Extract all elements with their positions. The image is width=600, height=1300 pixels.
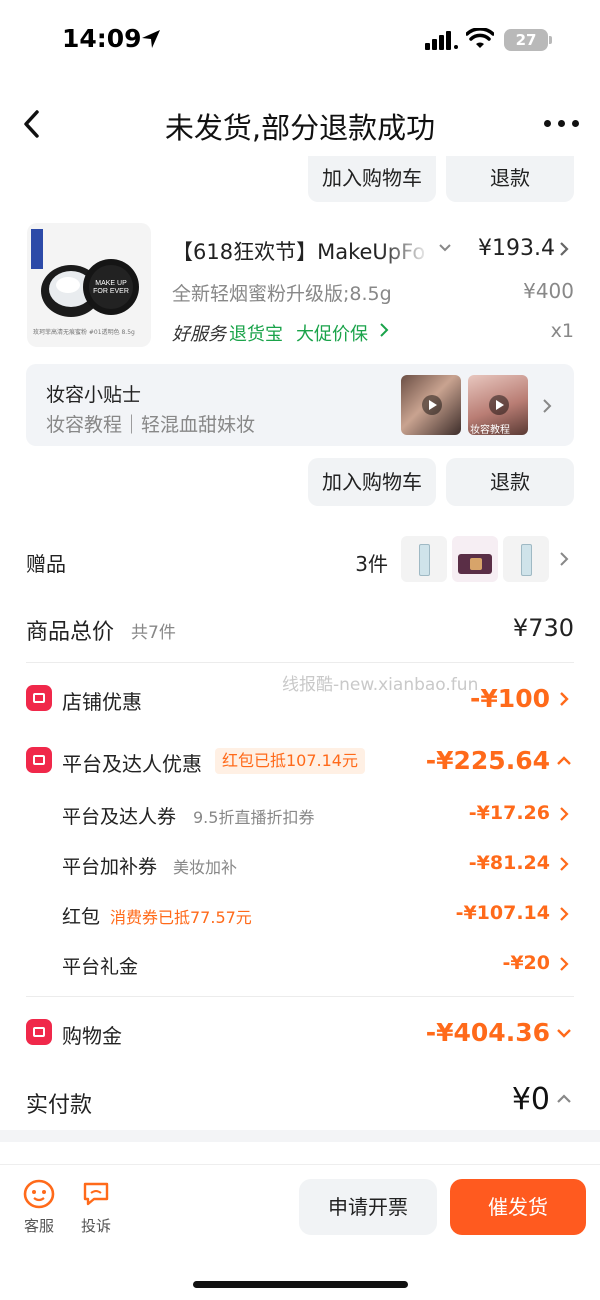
goods-total-count: 共7件 bbox=[131, 623, 176, 643]
chevron-right-icon[interactable] bbox=[558, 955, 570, 973]
svg-text:FOR EVER: FOR EVER bbox=[93, 288, 129, 295]
platform-coupon-label: 平台及达人券 bbox=[62, 806, 177, 828]
paid-amount-label: 实付款 bbox=[26, 1093, 93, 1118]
chevron-up-icon[interactable] bbox=[555, 1093, 573, 1105]
refund-button-top[interactable]: 退款 bbox=[446, 156, 574, 202]
tips-subtitle: 妆容教程｜轻混血甜妹妆 bbox=[46, 414, 256, 436]
gift-thumbnail-1[interactable] bbox=[401, 536, 447, 582]
service-price-protect[interactable]: 大促价保 bbox=[296, 320, 368, 346]
subsidy-coupon-value: -¥81.24 bbox=[468, 852, 550, 874]
gift-label: 赠品 bbox=[26, 552, 66, 576]
platform-coupon-icon bbox=[26, 747, 52, 773]
battery-nub bbox=[549, 36, 552, 44]
home-indicator bbox=[193, 1281, 408, 1288]
product-spec: 全新轻烟蜜粉升级版;8.5g bbox=[172, 283, 392, 305]
service-return-insurance[interactable]: 退货宝 bbox=[229, 320, 283, 346]
play-icon bbox=[489, 395, 509, 415]
shopping-gold-icon bbox=[26, 1019, 52, 1045]
store-discount-label: 店铺优惠 bbox=[62, 690, 142, 714]
status-bar: 14:09 27 bbox=[0, 0, 600, 80]
customer-service-icon[interactable] bbox=[23, 1179, 55, 1209]
add-to-cart-button-top[interactable]: 加入购物车 bbox=[308, 156, 436, 202]
complaint-icon[interactable] bbox=[82, 1181, 110, 1207]
battery-icon: 27 bbox=[504, 29, 548, 51]
more-icon[interactable] bbox=[544, 118, 580, 130]
goods-total-label: 商品总价 bbox=[26, 620, 115, 645]
urge-shipment-button[interactable]: 催发货 bbox=[450, 1179, 586, 1235]
divider bbox=[26, 662, 574, 663]
chevron-down-icon[interactable] bbox=[555, 1027, 573, 1039]
tips-title: 妆容小贴士 bbox=[46, 384, 142, 406]
add-to-cart-button[interactable]: 加入购物车 bbox=[308, 458, 436, 506]
gift-thumbnail-3[interactable] bbox=[503, 536, 549, 582]
product-quantity: x1 bbox=[550, 320, 574, 342]
product-original-price: ¥400 bbox=[523, 279, 574, 303]
section-separator bbox=[0, 1130, 600, 1142]
chevron-down-icon[interactable] bbox=[437, 240, 453, 256]
service-good-badge: 好服务 bbox=[172, 324, 226, 345]
product-price: ¥193.4 bbox=[478, 236, 555, 261]
gift-thumbnail-2[interactable] bbox=[452, 536, 498, 582]
chevron-right-icon[interactable] bbox=[558, 905, 570, 923]
hongbao-value: -¥107.14 bbox=[455, 902, 550, 924]
powder-jar-image: MAKE UP FOR EVER bbox=[41, 259, 139, 317]
chevron-right-icon[interactable] bbox=[558, 550, 570, 568]
paid-amount-value: ¥0 bbox=[511, 1082, 550, 1117]
battery-level: 27 bbox=[515, 31, 537, 49]
service-chevron-right-icon[interactable] bbox=[378, 321, 390, 339]
divider bbox=[26, 996, 574, 997]
wifi-icon bbox=[466, 28, 494, 48]
platform-discount-value: -¥225.64 bbox=[425, 746, 550, 775]
platform-discount-label: 平台及达人优惠 bbox=[62, 752, 202, 776]
title-fade bbox=[380, 232, 430, 264]
svg-text:MAKE UP: MAKE UP bbox=[95, 280, 127, 287]
subsidy-coupon-note: 美妆加补 bbox=[173, 858, 238, 877]
chevron-up-icon[interactable] bbox=[555, 755, 573, 767]
hongbao-tag: 红包已抵107.14元 bbox=[215, 748, 365, 774]
platform-gift-money-value: -¥20 bbox=[502, 952, 550, 974]
platform-coupon-note: 9.5折直播折扣券 bbox=[193, 808, 315, 827]
subsidy-coupon-label: 平台加补券 bbox=[62, 856, 158, 878]
product-thumbnail[interactable]: MAKE UP FOR EVER 玫珂菲高清无痕蜜粉 #01透明色 8.5g bbox=[27, 223, 151, 347]
refund-button[interactable]: 退款 bbox=[446, 458, 574, 506]
platform-gift-money-label: 平台礼金 bbox=[62, 956, 139, 978]
platform-coupon-value: -¥17.26 bbox=[468, 802, 550, 824]
hongbao-note: 消费券已抵77.57元 bbox=[110, 908, 252, 927]
complaint-label[interactable]: 投诉 bbox=[78, 1215, 114, 1236]
chevron-right-icon[interactable] bbox=[557, 240, 571, 258]
customer-service-label[interactable]: 客服 bbox=[20, 1215, 58, 1236]
video-caption: 妆容教程 bbox=[470, 425, 510, 435]
page-title: 未发货,部分退款成功 bbox=[164, 111, 436, 145]
gift-count: 3件 bbox=[355, 552, 388, 576]
goods-total-value: ¥730 bbox=[512, 614, 574, 642]
thumbnail-caption: 玫珂菲高清无痕蜜粉 #01透明色 8.5g bbox=[33, 329, 135, 336]
status-time: 14:09 bbox=[62, 24, 142, 53]
tips-video-thumbnail-1[interactable] bbox=[401, 375, 461, 435]
shopping-gold-value: -¥404.36 bbox=[425, 1018, 550, 1047]
chevron-right-icon[interactable] bbox=[558, 805, 570, 823]
cellular-signal-icon bbox=[425, 31, 458, 50]
shopping-gold-label: 购物金 bbox=[62, 1024, 122, 1048]
store-coupon-icon bbox=[26, 685, 52, 711]
location-arrow-icon bbox=[142, 30, 160, 48]
chevron-right-icon[interactable] bbox=[541, 397, 553, 415]
chevron-right-icon[interactable] bbox=[558, 855, 570, 873]
hongbao-label: 红包 bbox=[62, 906, 101, 928]
tips-video-thumbnail-2[interactable]: 妆容教程 bbox=[468, 375, 528, 435]
chevron-right-icon[interactable] bbox=[558, 690, 570, 708]
store-discount-value: -¥100 bbox=[470, 684, 550, 713]
request-invoice-button[interactable]: 申请开票 bbox=[299, 1179, 437, 1235]
play-icon bbox=[422, 395, 442, 415]
